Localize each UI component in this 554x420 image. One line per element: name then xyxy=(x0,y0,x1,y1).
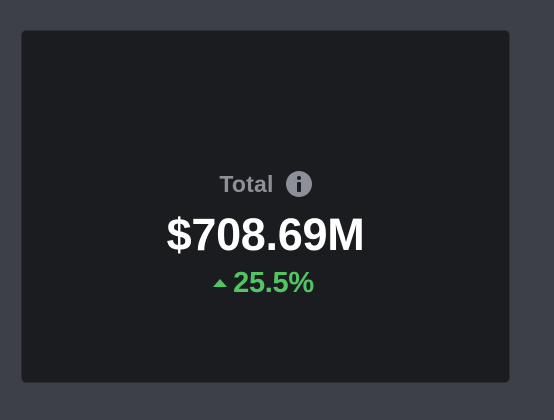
metric-change: 25.5% xyxy=(22,269,509,298)
metric-card: Total $708.69M 25.5% xyxy=(21,30,510,383)
info-icon[interactable] xyxy=(285,171,312,197)
metric-value: $708.69M xyxy=(166,209,365,260)
metric-change-value: 25.5% xyxy=(233,267,314,299)
metric-title-row: Total xyxy=(22,171,509,197)
metric-title: Total xyxy=(219,170,274,197)
triangle-up-icon xyxy=(213,278,228,287)
